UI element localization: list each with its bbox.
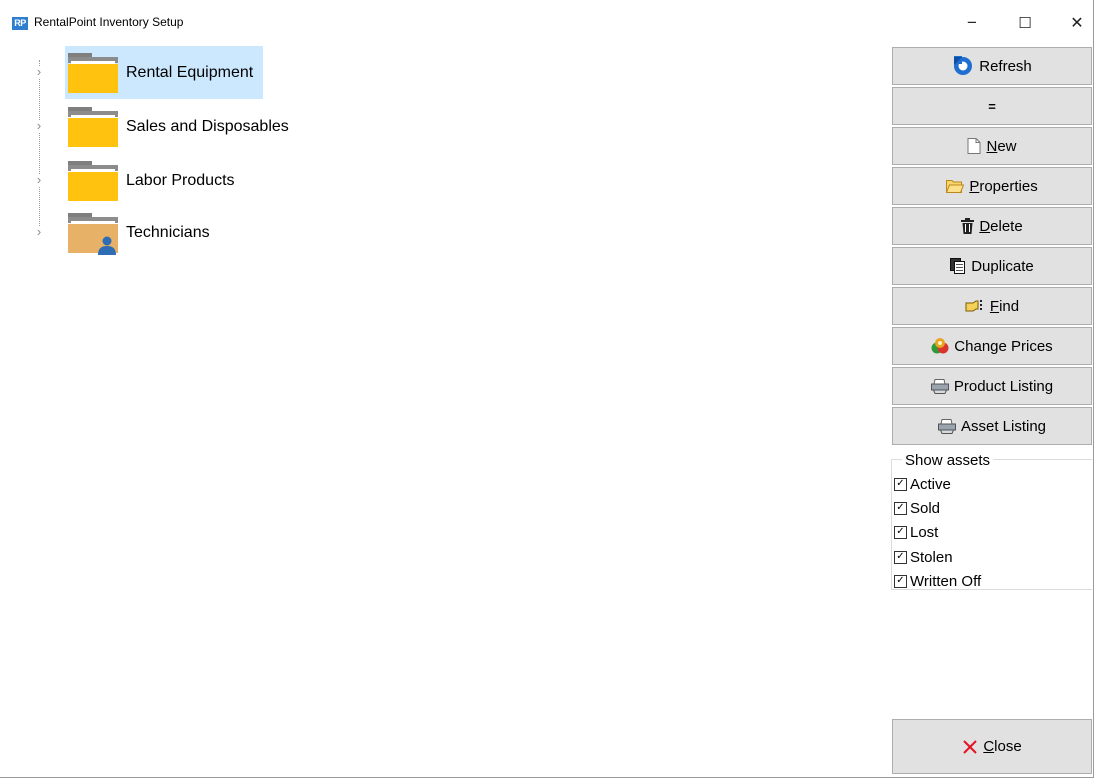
show-assets-group: Show assets ✓ Active ✓ Sold ✓ Lost ✓ Sto… xyxy=(891,452,1092,593)
tree-item-label: Rental Equipment xyxy=(126,63,254,81)
close-button[interactable]: Close xyxy=(892,719,1092,774)
checkbox-sold[interactable]: ✓ Sold xyxy=(894,496,940,520)
checkbox-active[interactable]: ✓ Active xyxy=(894,472,951,496)
tree-item-label: Labor Products xyxy=(126,171,235,189)
checkbox-stolen[interactable]: ✓ Stolen xyxy=(894,545,953,569)
printer-icon xyxy=(937,418,956,434)
properties-label: Properties xyxy=(969,177,1038,195)
checkbox-checked-icon[interactable]: ✓ xyxy=(894,550,907,564)
folder-icon xyxy=(68,52,118,93)
tree-item-technicians: › Technicians xyxy=(0,206,880,259)
refresh-label: Refresh xyxy=(979,57,1032,75)
refresh-icon xyxy=(952,55,974,77)
checkbox-checked-icon[interactable]: ✓ xyxy=(894,574,907,588)
delete-label: Delete xyxy=(979,217,1023,235)
new-document-icon xyxy=(967,138,981,154)
expand-chevron-icon[interactable]: › xyxy=(33,225,45,238)
find-label: Find xyxy=(989,297,1020,315)
expand-chevron-icon[interactable]: › xyxy=(33,119,45,132)
tree-node[interactable]: Sales and Disposables xyxy=(65,100,299,153)
duplicate-icon xyxy=(950,258,966,274)
product-listing-label: Product Listing xyxy=(953,377,1054,395)
tree-node[interactable]: Technicians xyxy=(65,206,220,259)
trash-icon xyxy=(961,218,975,234)
expand-chevron-icon[interactable]: › xyxy=(33,65,45,78)
tree-item-label: Sales and Disposables xyxy=(126,117,289,135)
collapse-button[interactable]: = xyxy=(892,87,1092,125)
app-window: RP RentalPoint Inventory Setup − ☐ ✕ › R… xyxy=(0,0,1094,778)
open-folder-icon xyxy=(946,179,965,193)
printer-icon xyxy=(930,378,949,394)
close-window-button[interactable]: ✕ xyxy=(1062,10,1092,36)
properties-button[interactable]: Properties xyxy=(892,167,1092,205)
change-prices-label: Change Prices xyxy=(954,337,1053,355)
tree-item-label: Technicians xyxy=(126,223,210,241)
refresh-button[interactable]: Refresh xyxy=(892,47,1092,85)
person-icon xyxy=(98,236,116,255)
checkbox-label: Lost xyxy=(910,523,939,541)
asset-listing-label: Asset Listing xyxy=(960,417,1047,435)
tree-node[interactable]: Rental Equipment xyxy=(65,46,264,99)
find-button[interactable]: Find xyxy=(892,287,1092,325)
new-label: New xyxy=(986,137,1017,155)
duplicate-button[interactable]: Duplicate xyxy=(892,247,1092,285)
app-icon: RP xyxy=(12,17,28,30)
checkbox-label: Written Off xyxy=(910,572,982,590)
title-bar: RP RentalPoint Inventory Setup − ☐ ✕ xyxy=(0,0,1093,46)
folder-icon xyxy=(68,160,118,201)
show-assets-legend: Show assets xyxy=(902,452,994,469)
tree-item-labor-products: › Labor Products xyxy=(0,154,880,207)
minimize-button[interactable]: − xyxy=(957,10,987,36)
user-folder-icon xyxy=(68,212,118,255)
tree-item-rental-equipment: › Rental Equipment xyxy=(0,46,880,99)
checkbox-label: Active xyxy=(910,475,951,493)
checkbox-checked-icon[interactable]: ✓ xyxy=(894,525,907,539)
checkbox-written-off[interactable]: ✓ Written Off xyxy=(894,569,981,593)
tree-node[interactable]: Labor Products xyxy=(65,154,245,207)
tree-item-sales-and-disposables: › Sales and Disposables xyxy=(0,100,880,153)
change-prices-button[interactable]: Change Prices xyxy=(892,327,1092,365)
checkbox-label: Sold xyxy=(910,499,941,517)
checkbox-checked-icon[interactable]: ✓ xyxy=(894,477,907,491)
find-icon xyxy=(965,299,985,313)
close-x-icon xyxy=(962,739,978,755)
checkbox-checked-icon[interactable]: ✓ xyxy=(894,501,907,515)
checkbox-lost[interactable]: ✓ Lost xyxy=(894,520,938,544)
window-title: RentalPoint Inventory Setup xyxy=(34,15,184,29)
collapse-icon: = xyxy=(988,98,996,114)
expand-chevron-icon[interactable]: › xyxy=(33,173,45,186)
product-listing-button[interactable]: Product Listing xyxy=(892,367,1092,405)
checkbox-label: Stolen xyxy=(910,548,953,566)
maximize-button[interactable]: ☐ xyxy=(1010,10,1040,36)
asset-listing-button[interactable]: Asset Listing xyxy=(892,407,1092,445)
delete-button[interactable]: Delete xyxy=(892,207,1092,245)
duplicate-label: Duplicate xyxy=(971,257,1034,275)
money-bag-icon xyxy=(931,337,949,355)
folder-icon xyxy=(68,106,118,147)
close-label: Close xyxy=(983,738,1022,755)
category-tree[interactable]: › Rental Equipment › Sales and Disposabl… xyxy=(0,46,880,766)
new-button[interactable]: New xyxy=(892,127,1092,165)
